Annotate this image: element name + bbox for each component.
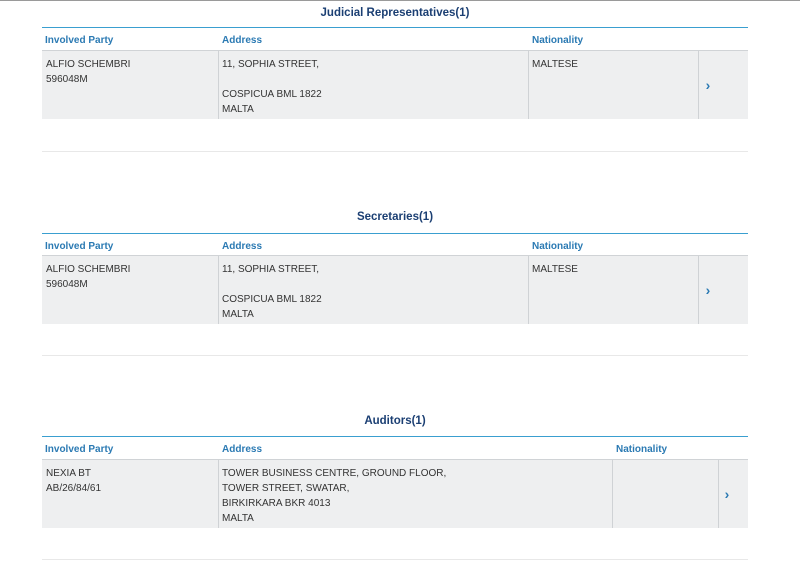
address-line: BIRKIRKARA BKR 4013 — [222, 498, 331, 509]
section-title: Auditors(1) — [364, 415, 426, 427]
section-title: Secretaries(1) — [356, 211, 434, 223]
section-separator — [42, 355, 748, 356]
nationality-cell: MALTESE — [532, 59, 578, 70]
header-address: Address — [222, 444, 263, 455]
column-divider — [218, 51, 219, 119]
chevron-right-icon[interactable]: › — [700, 282, 716, 298]
table-row[interactable]: NEXIA BT AB/26/84/61 TOWER BUSINESS CENT… — [42, 459, 748, 528]
party-cell: ALFIO SCHEMBRI 596048M — [46, 57, 130, 87]
column-divider — [698, 51, 699, 119]
party-id: 596048M — [46, 279, 88, 290]
address-cell: TOWER BUSINESS CENTRE, GROUND FLOOR, TOW… — [222, 466, 446, 526]
party-name: ALFIO SCHEMBRI — [46, 264, 131, 275]
table-header: Involved Party Address Nationality — [42, 233, 748, 256]
column-divider — [528, 256, 529, 324]
party-id: AB/26/84/61 — [46, 483, 102, 494]
address-line: MALTA — [222, 104, 254, 115]
table-row[interactable]: ALFIO SCHEMBRI 596048M 11, SOPHIA STREET… — [42, 255, 748, 324]
party-id: 596048M — [46, 74, 88, 85]
header-involved-party: Involved Party — [45, 241, 114, 252]
section-separator — [42, 559, 748, 560]
header-nationality: Nationality — [616, 444, 668, 455]
chevron-right-icon[interactable]: › — [700, 77, 716, 93]
address-line: 11, SOPHIA STREET, — [222, 59, 320, 70]
header-involved-party: Involved Party — [45, 35, 114, 46]
chevron-right-icon[interactable]: › — [719, 486, 735, 502]
header-involved-party: Involved Party — [45, 444, 114, 455]
header-address: Address — [222, 35, 263, 46]
party-cell: ALFIO SCHEMBRI 596048M — [46, 262, 130, 292]
party-cell: NEXIA BT AB/26/84/61 — [46, 466, 101, 496]
section-title: Judicial Representatives(1) — [320, 7, 470, 19]
header-nationality: Nationality — [532, 241, 584, 252]
column-divider — [528, 51, 529, 119]
top-border — [0, 0, 800, 1]
column-divider — [218, 256, 219, 324]
address-cell: 11, SOPHIA STREET, COSPICUA BML 1822 MAL… — [222, 262, 322, 322]
nationality-cell: MALTESE — [532, 264, 578, 275]
column-divider — [218, 460, 219, 528]
address-line: TOWER STREET, SWATAR, — [222, 483, 350, 494]
address-line: MALTA — [222, 513, 254, 524]
address-line: MALTA — [222, 309, 254, 320]
section-separator — [42, 151, 748, 152]
party-name: NEXIA BT — [46, 468, 92, 479]
address-line: 11, SOPHIA STREET, — [222, 264, 320, 275]
header-nationality: Nationality — [532, 35, 584, 46]
table-row[interactable]: ALFIO SCHEMBRI 596048M 11, SOPHIA STREET… — [42, 50, 748, 119]
party-name: ALFIO SCHEMBRI — [46, 59, 131, 70]
table-header: Involved Party Address Nationality — [42, 27, 748, 50]
address-line: COSPICUA BML 1822 — [222, 294, 322, 305]
column-divider — [612, 460, 613, 528]
address-cell: 11, SOPHIA STREET, COSPICUA BML 1822 MAL… — [222, 57, 322, 117]
address-line: COSPICUA BML 1822 — [222, 89, 322, 100]
table-header: Involved Party Address Nationality — [42, 436, 748, 459]
header-address: Address — [222, 241, 263, 252]
column-divider — [698, 256, 699, 324]
address-line: TOWER BUSINESS CENTRE, GROUND FLOOR, — [222, 468, 447, 479]
